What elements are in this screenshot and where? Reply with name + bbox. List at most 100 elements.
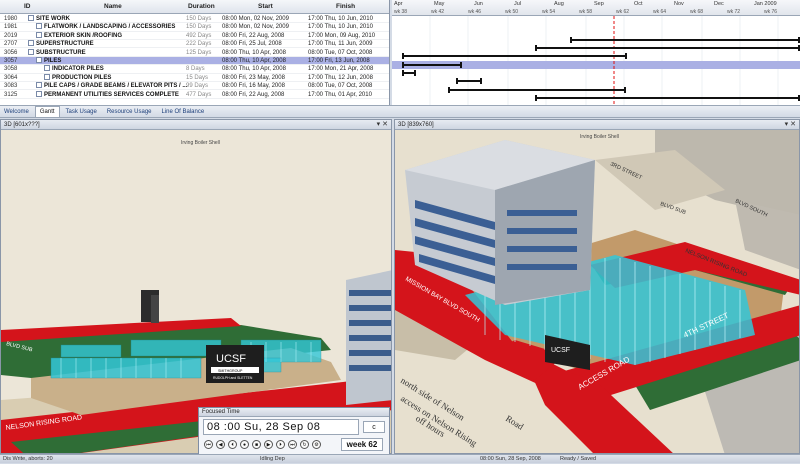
- gantt-chart[interactable]: Apr May Jun Jul Aug Sep Oct Nov Dec Jan 2009 wk 3…: [392, 0, 800, 105]
- gantt-bar[interactable]: [456, 78, 482, 84]
- task-id: 3064: [4, 74, 18, 81]
- task-finish: 17:00 Mon, 09 Aug, 2010: [308, 32, 376, 39]
- task-start: 08:00 Mon, 02 Nov, 2009: [222, 16, 289, 22]
- task-id: 3058: [4, 66, 18, 73]
- task-finish: 17:00 Thu, 10 Jun, 2010: [308, 16, 373, 22]
- expand-toggle-icon[interactable]: [36, 31, 42, 38]
- task-row[interactable]: 3057 PILES 08:00 Thu, 10 Apr, 2008 17:00 Fr…: [0, 57, 389, 66]
- expand-toggle-icon[interactable]: [36, 90, 42, 97]
- expand-toggle-icon[interactable]: [36, 57, 42, 63]
- svg-text:UCSF: UCSF: [216, 353, 246, 365]
- task-name[interactable]: SUBSTRUCTURE: [36, 49, 186, 57]
- task-row[interactable]: 2707 SUPERSTRUCTURE 222 Days 08:00 Fri, 25 …: [0, 40, 389, 49]
- col-duration-header[interactable]: Duration: [188, 3, 215, 10]
- task-name[interactable]: SITE WORK: [36, 15, 186, 23]
- record-icon[interactable]: ●: [240, 440, 249, 449]
- task-row[interactable]: 3083 PILE CAPS / GRADE BEAMS / ELEVATOR P…: [0, 82, 389, 91]
- task-finish: 08:00 Tue, 07 Oct, 2008: [308, 49, 373, 56]
- task-name[interactable]: PILE CAPS / GRADE BEAMS / ELEVATOR PITS …: [44, 82, 194, 90]
- expand-toggle-icon[interactable]: [36, 23, 42, 30]
- expand-toggle-icon[interactable]: [28, 48, 34, 55]
- play-back-icon[interactable]: ⏴: [228, 440, 237, 449]
- col-start-header[interactable]: Start: [258, 3, 273, 10]
- stop-icon[interactable]: ■: [252, 440, 261, 449]
- expand-toggle-icon[interactable]: [44, 73, 50, 80]
- tab-task-usage[interactable]: Task Usage: [62, 107, 101, 117]
- task-finish: 17:00 Thu, 01 Apr, 2010: [308, 91, 372, 98]
- task-id: 1981: [4, 24, 18, 31]
- tab-welcome[interactable]: Welcome: [0, 107, 33, 117]
- grid-header: ID Name Duration Start Finish: [0, 0, 389, 14]
- task-duration: 492 Days: [186, 32, 212, 39]
- scene-caption: Irving Boiler Shell: [181, 140, 220, 146]
- play-icon[interactable]: ▶: [264, 440, 273, 449]
- task-name[interactable]: EXTERIOR SKIN /ROOFING: [44, 32, 194, 40]
- fast-forward-icon[interactable]: ⏭: [288, 440, 297, 449]
- view-tabs: Welcome Gantt Task Usage Resource Usage …: [0, 105, 800, 118]
- task-name[interactable]: PRODUCTION PILES: [52, 74, 202, 82]
- task-row[interactable]: 1980 SITE WORK 150 Days 08:00 Mon, 02 Nov, …: [0, 15, 389, 24]
- task-start: 08:00 Fri, 25 Jul, 2008: [222, 41, 282, 48]
- task-duration: 222 Days: [186, 41, 212, 48]
- expand-toggle-icon[interactable]: [28, 40, 34, 47]
- focused-time-field[interactable]: 08 :00 Su, 28 Sep 08: [203, 419, 359, 435]
- right-3d-title: 3D [839x760]: [395, 120, 799, 130]
- col-id-header[interactable]: ID: [24, 3, 31, 10]
- task-id: 2019: [4, 32, 18, 39]
- task-start: 08:00 Fri, 23 May, 2008: [222, 74, 285, 81]
- task-finish: 17:00 Thu, 12 Jun, 2008: [308, 74, 373, 81]
- task-row[interactable]: 1981 FLATWORK / LANDSCAPING / ACCESSORIES…: [0, 23, 389, 32]
- gantt-bar[interactable]: [535, 45, 800, 51]
- gantt-bar[interactable]: [448, 87, 626, 93]
- tab-gantt[interactable]: Gantt: [34, 106, 60, 117]
- task-row[interactable]: 3125 PERMANENT UTILITIES SERVICES COMPLET…: [0, 90, 389, 99]
- panel-buttons[interactable]: ▾ ✕: [377, 120, 388, 128]
- task-row[interactable]: 2019 EXTERIOR SKIN /ROOFING 492 Days 08:00 …: [0, 31, 389, 40]
- rewind-start-icon[interactable]: ⏮: [204, 440, 213, 449]
- focused-time-window[interactable]: Focused Time 08 :00 Su, 28 Sep 08 c ⏮ ◀ …: [198, 407, 390, 455]
- task-duration: 15 Days: [186, 74, 209, 81]
- task-name[interactable]: FLATWORK / LANDSCAPING / ACCESSORIES: [44, 23, 194, 31]
- col-finish-header[interactable]: Finish: [336, 3, 355, 10]
- gantt-bar[interactable]: [402, 53, 627, 59]
- expand-toggle-icon[interactable]: [44, 65, 50, 72]
- gantt-bar[interactable]: [402, 62, 462, 68]
- left-3d-scene: Irving Boiler Shell UCSF SMITHGROUP RUDO…: [1, 130, 391, 453]
- focused-time-title: Focused Time: [199, 408, 389, 417]
- task-start: 08:00 Thu, 10 Apr, 2008: [222, 58, 286, 64]
- task-duration: 125 Days: [186, 49, 212, 56]
- left-3d-view[interactable]: 3D [601x???] ▾ ✕ Irving Boiler Shell UCS…: [0, 119, 392, 454]
- task-id: 3083: [4, 83, 18, 90]
- tab-resource-usage[interactable]: Resource Usage: [103, 107, 156, 117]
- task-name[interactable]: PERMANENT UTILITIES SERVICES COMPLETE: [44, 91, 194, 99]
- tab-line-of-balance[interactable]: Line Of Balance: [157, 107, 208, 117]
- task-id: 3056: [4, 49, 18, 56]
- right-3d-view[interactable]: 3D [839x760] ▾ ✕ Irving Boiler Shell UCS…: [394, 119, 800, 454]
- task-id: 1980: [4, 16, 18, 22]
- task-start: 08:00 Mon, 02 Nov, 2009: [222, 24, 289, 31]
- step-forward-icon[interactable]: ⏵: [276, 440, 285, 449]
- expand-toggle-icon[interactable]: [28, 15, 34, 21]
- task-finish: 17:00 Thu, 10 Jun, 2010: [308, 24, 373, 31]
- svg-text:UCSF: UCSF: [551, 347, 570, 354]
- task-row[interactable]: 3064 PRODUCTION PILES 15 Days 08:00 Fri, 23…: [0, 73, 389, 82]
- step-back-icon[interactable]: ◀: [216, 440, 225, 449]
- loop-icon[interactable]: ↻: [300, 440, 309, 449]
- gantt-bar[interactable]: [570, 37, 800, 43]
- time-unit-selector[interactable]: c: [363, 421, 385, 433]
- task-name[interactable]: INDICATOR PILES: [52, 65, 202, 73]
- task-start: 08:00 Fri, 22 Aug, 2008: [222, 32, 285, 39]
- task-duration: 477 Days: [186, 91, 212, 98]
- gantt-bar[interactable]: [402, 70, 416, 76]
- col-name-header[interactable]: Name: [104, 3, 122, 10]
- gantt-bar[interactable]: [535, 95, 800, 101]
- panel-buttons[interactable]: ▾ ✕: [785, 120, 796, 128]
- task-name[interactable]: SUPERSTRUCTURE: [36, 40, 186, 48]
- task-name[interactable]: PILES: [44, 57, 194, 65]
- task-row[interactable]: 3058 INDICATOR PILES 8 Days 08:00 Thu, 10 A…: [0, 65, 389, 74]
- task-start: 08:00 Fri, 22 Aug, 2008: [222, 91, 285, 98]
- settings-icon[interactable]: ⚙: [312, 440, 321, 449]
- task-row[interactable]: 3056 SUBSTRUCTURE 125 Days 08:00 Thu, 10 Ap…: [0, 48, 389, 57]
- expand-toggle-icon[interactable]: [36, 82, 42, 89]
- left-3d-title: 3D [601x???]: [1, 120, 391, 130]
